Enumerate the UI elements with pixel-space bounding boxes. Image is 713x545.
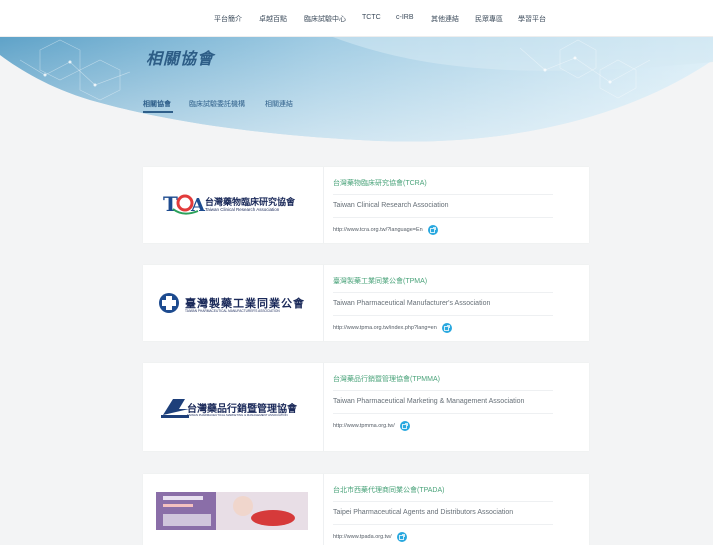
nav-item-learning[interactable]: 學習平台 (518, 14, 546, 24)
logo-subtitle: Taiwan Clinical Research Association (205, 207, 280, 212)
association-english-name: Taiwan Pharmaceutical Manufacturer's Ass… (333, 292, 553, 309)
association-url-link[interactable]: http://www.tpada.org.tw/ (333, 534, 392, 540)
association-url-link[interactable]: http://www.tpmma.org.tw/ (333, 423, 395, 429)
page-title: 相關協會 (146, 51, 215, 68)
association-logo: T A 台灣藥物臨床研究協會 Taiwan Clinical Research … (143, 167, 324, 243)
association-info: 台灣藥品行銷暨管理協會(TPMMA) Taiwan Pharmaceutical… (333, 375, 553, 431)
association-info: 台灣藥物臨床研究協會(TCRA) Taiwan Clinical Researc… (333, 179, 553, 235)
svg-text:T: T (163, 192, 178, 216)
association-english-name: Taipei Pharmaceutical Agents and Distrib… (333, 501, 553, 518)
association-english-name: Taiwan Pharmaceutical Marketing & Manage… (333, 390, 553, 407)
nav-item-about[interactable]: 平台簡介 (214, 14, 242, 24)
association-english-name: Taiwan Clinical Research Association (333, 194, 553, 211)
association-url-row: http://www.tpmma.org.tw/ (333, 413, 553, 431)
association-logo: 台灣藥品行銷暨管理協會 TAIWAN PHARMACEUTICAL MARKET… (143, 363, 324, 451)
association-url-row: http://www.tcra.org.tw/?language=En (333, 217, 553, 235)
external-link-icon[interactable] (396, 532, 407, 542)
association-name-link[interactable]: 臺灣製藥工業同業公會(TPMA) (333, 277, 553, 286)
subnav-associations[interactable]: 相關協會 (143, 99, 171, 109)
external-link-icon[interactable] (399, 421, 410, 431)
subnav-active-indicator (143, 111, 173, 113)
nav-item-cirb[interactable]: c-IRB (396, 14, 414, 21)
page: 平台簡介 卓越百點 臨床試驗中心 TCTC c-IRB 其他連結 民眾專區 學習… (0, 0, 713, 545)
association-url-row: http://www.tpma.org.tw/index.php?lang=en (333, 315, 553, 333)
association-card: T A 台灣藥物臨床研究協會 Taiwan Clinical Research … (143, 167, 589, 243)
association-name-link[interactable]: 台北市西藥代理商同業公會(TPADA) (333, 486, 553, 495)
external-link-icon[interactable] (427, 225, 438, 235)
top-navigation: 平台簡介 卓越百點 臨床試驗中心 TCTC c-IRB 其他連結 民眾專區 學習… (0, 0, 713, 37)
association-url-link[interactable]: http://www.tpma.org.tw/index.php?lang=en (333, 325, 437, 331)
association-name-link[interactable]: 台灣藥品行銷暨管理協會(TPMMA) (333, 375, 553, 384)
association-info: 臺灣製藥工業同業公會(TPMA) Taiwan Pharmaceutical M… (333, 277, 553, 333)
logo-subtitle: TAIWAN PHARMACEUTICAL MANUFACTURER'S ASS… (185, 309, 280, 313)
association-url-row: http://www.tpada.org.tw/ (333, 524, 553, 542)
association-url-link[interactable]: http://www.tcra.org.tw/?language=En (333, 227, 423, 233)
nav-item-tctc[interactable]: TCTC (362, 14, 381, 21)
nav-item-other-links[interactable]: 其他連結 (431, 14, 459, 24)
association-name-link[interactable]: 台灣藥物臨床研究協會(TCRA) (333, 179, 553, 188)
association-logo: 臺灣製藥工業同業公會 TAIWAN PHARMACEUTICAL MANUFAC… (143, 265, 324, 341)
subnav-related-links[interactable]: 相關連結 (265, 99, 293, 109)
nav-item-clinical-trial-center[interactable]: 臨床試驗中心 (304, 14, 346, 24)
logo-subtitle: TAIWAN PHARMACEUTICAL MARKETING & MANAGE… (187, 413, 288, 417)
external-link-icon[interactable] (441, 323, 452, 333)
association-card: 台北市西藥代理商同業公會(TPADA) Taipei Pharmaceutica… (143, 474, 589, 545)
association-card: 台灣藥品行銷暨管理協會 TAIWAN PHARMACEUTICAL MARKET… (143, 363, 589, 451)
association-card: 臺灣製藥工業同業公會 TAIWAN PHARMACEUTICAL MANUFAC… (143, 265, 589, 341)
subnav-cro[interactable]: 臨床試驗委託機構 (189, 99, 245, 109)
nav-item-public[interactable]: 民眾專區 (475, 14, 503, 24)
tpada-logo-image (156, 492, 308, 530)
association-logo (143, 474, 324, 545)
nav-item-excellence[interactable]: 卓越百點 (259, 14, 287, 24)
association-info: 台北市西藥代理商同業公會(TPADA) Taipei Pharmaceutica… (333, 486, 553, 542)
